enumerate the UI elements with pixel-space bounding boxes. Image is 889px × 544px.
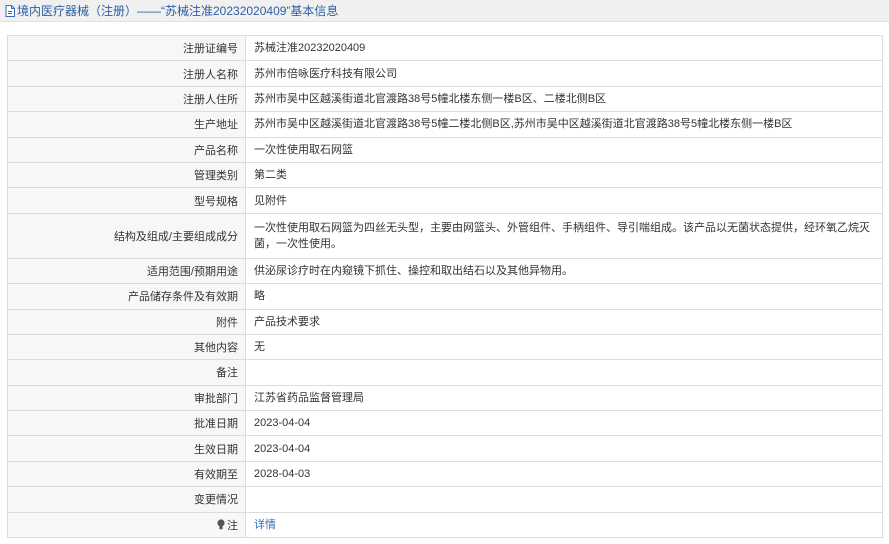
breadcrumb-category[interactable]: 境内医疗器械（注册） <box>17 2 137 19</box>
label-approval-date: 批准日期 <box>8 411 246 436</box>
label-management-category: 管理类别 <box>8 162 246 188</box>
value-production-address: 苏州市吴中区越溪街道北官渡路38号5幢二楼北侧B区,苏州市吴中区越溪街道北官渡路… <box>254 118 793 131</box>
value-other-content: 无 <box>254 341 265 354</box>
label-registrant-address: 注册人住所 <box>8 86 246 112</box>
lightbulb-icon <box>217 519 225 530</box>
breadcrumb-separator: —— <box>137 3 162 18</box>
row-registrant-address: 注册人住所 苏州市吴中区越溪街道北官渡路38号5幢北楼东侧一楼B区、二楼北侧B区 <box>8 86 882 113</box>
row-intended-use: 适用范围/预期用途 供泌尿诊疗时在内窥镜下抓住、操控和取出结石以及其他异物用。 <box>8 258 882 285</box>
detail-link[interactable]: 详情 <box>254 517 276 533</box>
value-valid-until: 2028-04-03 <box>254 468 311 481</box>
value-remarks <box>246 360 882 384</box>
label-valid-until: 有效期至 <box>8 461 246 487</box>
value-approval-date: 2023-04-04 <box>254 417 311 430</box>
label-approval-department: 审批部门 <box>8 385 246 411</box>
value-note-cell: 详情 <box>246 513 882 537</box>
value-effective-date: 2023-04-04 <box>254 442 311 455</box>
label-registrant-name: 注册人名称 <box>8 61 246 86</box>
label-change-history: 变更情况 <box>8 487 246 512</box>
row-storage-validity: 产品储存条件及有效期 略 <box>8 284 882 310</box>
value-attachment: 产品技术要求 <box>254 315 320 328</box>
label-storage-validity: 产品储存条件及有效期 <box>8 284 246 309</box>
label-model-spec: 型号规格 <box>8 188 246 213</box>
value-storage-validity: 略 <box>254 290 265 303</box>
value-approval-department: 江苏省药品监督管理局 <box>254 391 364 404</box>
value-model-spec: 见附件 <box>254 194 287 207</box>
label-production-address: 生产地址 <box>8 112 246 137</box>
value-product-name: 一次性使用取石网篮 <box>254 143 353 156</box>
value-structure-composition: 一次性使用取石网篮为四丝无头型，主要由网篮头、外管组件、手柄组件、导引喘组成。该… <box>254 221 870 250</box>
row-effective-date: 生效日期 2023-04-04 <box>8 436 882 462</box>
label-structure-composition: 结构及组成/主要组成成分 <box>8 213 246 258</box>
row-structure-composition: 结构及组成/主要组成成分 一次性使用取石网篮为四丝无头型，主要由网篮头、外管组件… <box>8 213 882 259</box>
value-intended-use: 供泌尿诊疗时在内窥镜下抓住、操控和取出结石以及其他异物用。 <box>254 264 573 277</box>
value-registrant-address: 苏州市吴中区越溪街道北官渡路38号5幢北楼东侧一楼B区、二楼北侧B区 <box>254 92 607 105</box>
label-intended-use: 适用范围/预期用途 <box>8 258 246 284</box>
row-management-category: 管理类别 第二类 <box>8 162 882 189</box>
label-registration-number: 注册证编号 <box>8 36 246 61</box>
row-attachment: 附件 产品技术要求 <box>8 309 882 335</box>
label-other-content: 其他内容 <box>8 334 246 360</box>
basic-info-table: 注册证编号 苏械注准20232020409 注册人名称 苏州市倍咏医疗科技有限公… <box>7 35 883 539</box>
value-management-category: 第二类 <box>254 169 287 182</box>
label-note-cell: 注 <box>8 512 246 538</box>
label-attachment: 附件 <box>8 309 246 334</box>
value-registration-number: 苏械注准20232020409 <box>254 42 366 55</box>
row-production-address: 生产地址 苏州市吴中区越溪街道北官渡路38号5幢二楼北侧B区,苏州市吴中区越溪街… <box>8 112 882 138</box>
row-model-spec: 型号规格 见附件 <box>8 188 882 214</box>
row-remarks: 备注 <box>8 360 882 386</box>
row-approval-date: 批准日期 2023-04-04 <box>8 411 882 437</box>
row-note: 注 详情 <box>8 512 882 539</box>
row-approval-department: 审批部门 江苏省药品监督管理局 <box>8 385 882 412</box>
document-icon <box>5 4 15 17</box>
value-registrant-name: 苏州市倍咏医疗科技有限公司 <box>254 67 397 80</box>
row-valid-until: 有效期至 2028-04-03 <box>8 461 882 488</box>
label-effective-date: 生效日期 <box>8 436 246 461</box>
page-header: 境内医疗器械（注册） —— “苏械注准20232020409”基本信息 <box>0 0 889 22</box>
row-registration-number: 注册证编号 苏械注准20232020409 <box>8 36 882 62</box>
row-product-name: 产品名称 一次性使用取石网篮 <box>8 137 882 163</box>
value-structure-composition-cell: 一次性使用取石网篮为四丝无头型，主要由网篮头、外管组件、手柄组件、导引喘组成。该… <box>246 214 882 258</box>
row-registrant-name: 注册人名称 苏州市倍咏医疗科技有限公司 <box>8 61 882 87</box>
row-other-content: 其他内容 无 <box>8 334 882 361</box>
label-note: 注 <box>227 519 238 532</box>
label-remarks: 备注 <box>8 360 246 385</box>
value-change-history <box>246 487 882 511</box>
label-product-name: 产品名称 <box>8 137 246 162</box>
page-title: “苏械注准20232020409”基本信息 <box>161 4 339 18</box>
row-change-history: 变更情况 <box>8 487 882 513</box>
